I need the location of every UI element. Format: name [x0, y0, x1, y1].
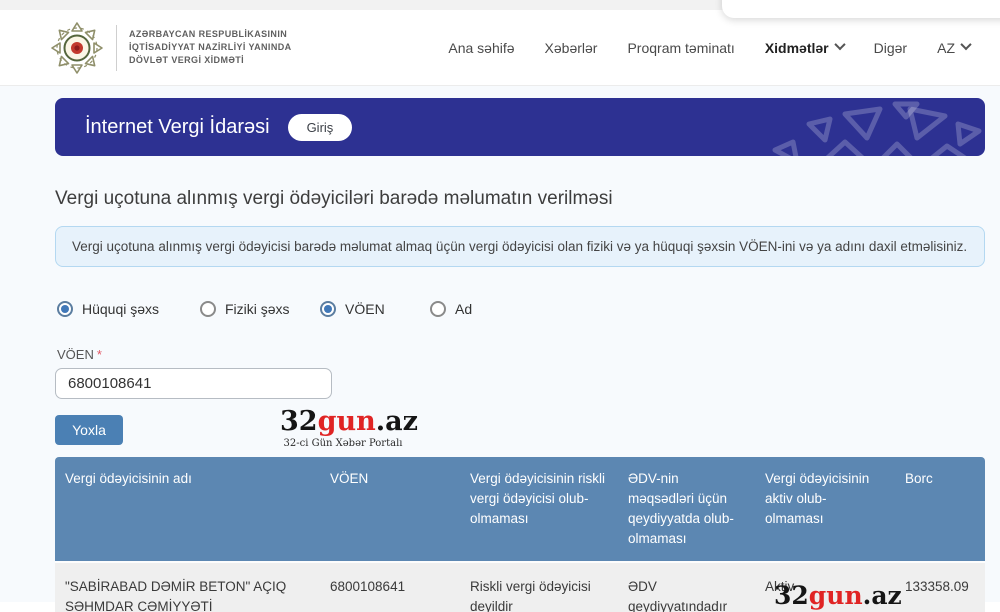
login-button[interactable]: Giriş	[288, 114, 353, 141]
logo-text: AZƏRBAYCAN RESPUBLİKASININ İQTİSADİYYAT …	[129, 28, 292, 67]
logo-line-3: DÖVLƏT VERGİ XİDMƏTİ	[129, 54, 292, 67]
page-title: Vergi uçotuna alınmış vergi ödəyiciləri …	[55, 188, 1000, 210]
chevron-down-icon	[834, 39, 845, 50]
corner-popup-fragment	[722, 0, 1000, 18]
logo[interactable]: AZƏRBAYCAN RESPUBLİKASININ İQTİSADİYYAT …	[48, 19, 292, 77]
radio-voen[interactable]: VÖEN	[320, 301, 430, 317]
radio-physical-person[interactable]: Fiziki şəxs	[200, 301, 320, 317]
results-table: Vergi ödəyicisinin adı VÖEN Vergi ödəyic…	[55, 457, 985, 612]
watermark-subtitle: 32-ci Gün Xəbər Portalı	[280, 438, 406, 449]
col-header-vat: ƏDV-nin məqsədləri üçün qeydiyyatda olub…	[618, 457, 755, 561]
radio-name[interactable]: Ad	[430, 301, 472, 317]
cell-debt: 133358.09	[895, 563, 985, 612]
cell-voen: 6800108641	[320, 563, 460, 612]
col-header-name: Vergi ödəyicisinin adı	[55, 457, 320, 561]
nav-language[interactable]: AZ	[937, 40, 970, 56]
required-asterisk: *	[97, 347, 102, 362]
watermark-32gun: 32gun.az 32-ci Gün Xəbər Portalı	[280, 408, 406, 449]
table-row: "SABİRABAD DƏMİR BETON" AÇIQ SƏHMDAR CƏM…	[55, 561, 985, 612]
cell-active-status: Aktiv	[755, 563, 895, 612]
cell-taxpayer-name: "SABİRABAD DƏMİR BETON" AÇIQ SƏHMDAR CƏM…	[55, 563, 320, 612]
nav-services[interactable]: Xidmətlər	[765, 40, 844, 56]
voen-field-label: VÖEN*	[57, 347, 1000, 362]
radio-icon	[57, 301, 73, 317]
table-header-row: Vergi ödəyicisinin adı VÖEN Vergi ödəyic…	[55, 457, 985, 561]
col-header-active: Vergi ödəyicisinin aktiv olub-olmaması	[755, 457, 895, 561]
logo-line-1: AZƏRBAYCAN RESPUBLİKASININ	[129, 28, 292, 41]
main-nav: Ana səhifə Xəbərlər Proqram təminatı Xid…	[418, 40, 970, 56]
radio-icon	[320, 301, 336, 317]
site-header: AZƏRBAYCAN RESPUBLİKASININ İQTİSADİYYAT …	[0, 10, 1000, 86]
check-button[interactable]: Yoxla	[55, 415, 123, 445]
page-body: İnternet Vergi İdarəsi Giriş Vergi uçotu…	[0, 86, 1000, 602]
nav-news[interactable]: Xəbərlər	[545, 40, 598, 56]
tax-service-emblem-icon	[48, 19, 106, 77]
banner-title: İnternet Vergi İdarəsi	[85, 116, 270, 139]
cell-risky-status: Riskli vergi ödəyicisi deyildir	[460, 563, 618, 612]
logo-divider	[116, 25, 117, 71]
internet-tax-office-banner: İnternet Vergi İdarəsi Giriş	[55, 98, 985, 156]
info-box: Vergi uçotuna alınmış vergi ödəyicisi ba…	[55, 226, 985, 267]
cell-vat-status: ƏDV qeydiyyatındadır	[618, 563, 755, 612]
radio-icon	[430, 301, 446, 317]
radio-icon	[200, 301, 216, 317]
nav-software[interactable]: Proqram təminatı	[627, 40, 734, 56]
col-header-risky: Vergi ödəyicisinin riskli vergi ödəyicis…	[460, 457, 618, 561]
chevron-down-icon	[960, 39, 971, 50]
banner-ornament-pattern	[745, 98, 985, 156]
nav-other[interactable]: Digər	[874, 40, 907, 56]
nav-home[interactable]: Ana səhifə	[448, 40, 514, 56]
col-header-debt: Borc	[895, 457, 985, 561]
voen-input[interactable]	[55, 368, 332, 399]
col-header-voen: VÖEN	[320, 457, 460, 561]
radio-legal-entity[interactable]: Hüquqi şəxs	[57, 301, 200, 317]
search-type-radios: Hüquqi şəxs Fiziki şəxs VÖEN Ad	[57, 301, 1000, 317]
logo-line-2: İQTİSADİYYAT NAZİRLİYİ YANINDA	[129, 41, 292, 54]
